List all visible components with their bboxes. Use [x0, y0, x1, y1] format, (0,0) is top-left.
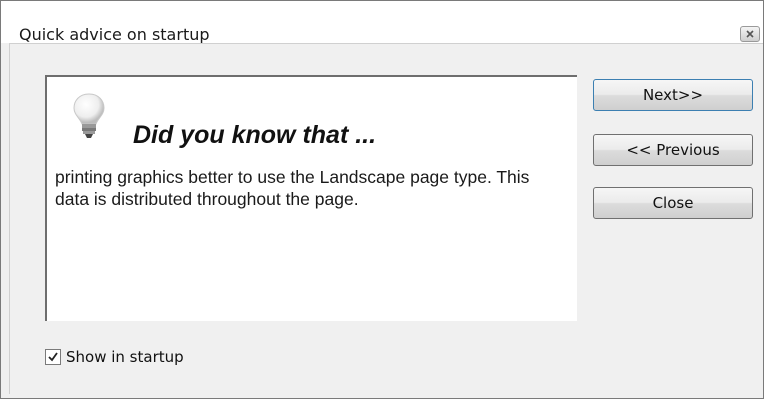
tip-heading: Did you know that ...: [133, 121, 377, 149]
show-in-startup-label: Show in startup: [66, 348, 184, 366]
window-title: Quick advice on startup: [19, 25, 210, 44]
close-button[interactable]: Close: [593, 187, 753, 219]
close-icon[interactable]: [740, 26, 760, 42]
show-in-startup-checkbox[interactable]: [45, 349, 61, 365]
next-button[interactable]: Next>>: [593, 79, 753, 111]
title-bar: Quick advice on startup: [1, 1, 763, 44]
checkmark-icon: [48, 352, 58, 362]
tip-panel: Did you know that ... printing graphics …: [45, 75, 577, 321]
lightbulb-icon: [71, 91, 107, 141]
tip-text: printing graphics better to use the Land…: [55, 167, 530, 209]
dialog-window: Quick advice on startup Did you know tha…: [0, 0, 764, 399]
previous-button[interactable]: << Previous: [593, 134, 753, 166]
